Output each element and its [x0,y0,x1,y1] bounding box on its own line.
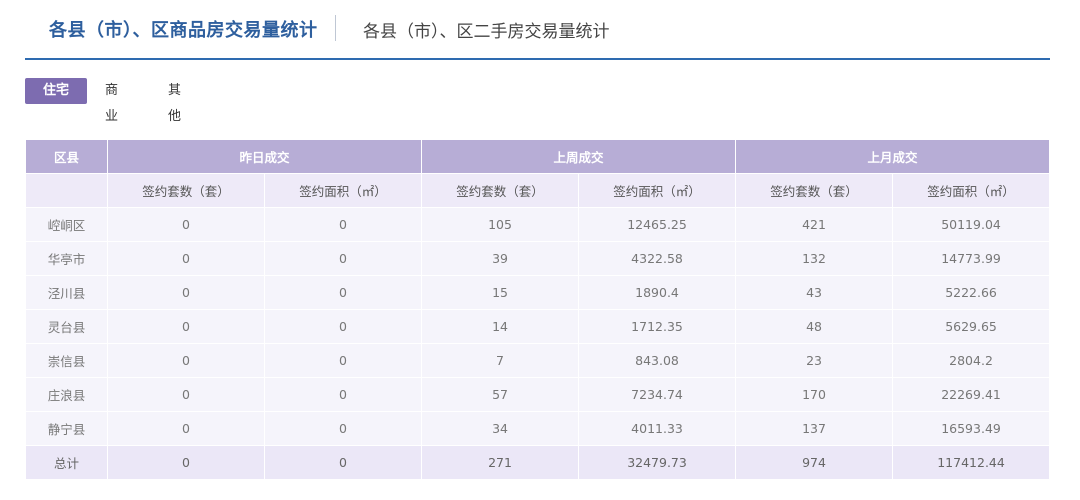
subheader-month-units: 签约套数（套） [735,173,894,208]
cell-district: 泾川县 [25,275,108,310]
cell-district: 灵台县 [25,309,108,344]
subheader-yesterday-units: 签约套数（套） [107,173,265,208]
header-district: 区县 [25,139,108,174]
cell-value: 22269.41 [892,377,1051,412]
cell-value: 14 [421,309,580,344]
header-last-month: 上月成交 [735,139,1051,174]
tab-residential[interactable]: 住宅 [25,78,87,104]
cell-value: 4322.58 [578,241,737,276]
cell-value: 7 [421,343,580,378]
table-row-total: 总计 0 0 271 32479.73 974 117412.44 [25,445,1051,480]
cell-value: 105 [421,207,580,242]
cell-value: 1712.35 [578,309,737,344]
table-row: 华亭市 0 0 39 4322.58 132 14773.99 [25,241,1051,276]
table-row: 灵台县 0 0 14 1712.35 48 5629.65 [25,309,1051,344]
cell-value: 48 [735,309,894,344]
tab-second-hand-housing-stats[interactable]: 各县（市）、区二手房交易量统计 [363,17,610,42]
table-row: 静宁县 0 0 34 4011.33 137 16593.49 [25,411,1051,446]
cell-district: 崇信县 [25,343,108,378]
cell-value: 14773.99 [892,241,1051,276]
cell-value: 0 [263,241,423,276]
header-last-week: 上周成交 [421,139,737,174]
cell-value: 0 [263,207,423,242]
cell-value: 7234.74 [578,377,737,412]
cell-value: 43 [735,275,894,310]
cell-value: 0 [107,275,265,310]
cell-value: 5629.65 [892,309,1051,344]
cell-district: 崆峒区 [25,207,108,242]
cell-value: 117412.44 [892,445,1051,480]
cell-total-label: 总计 [25,445,108,480]
table-row: 崇信县 0 0 7 843.08 23 2804.2 [25,343,1051,378]
subheader-month-area: 签约面积（㎡） [892,173,1051,208]
table-row: 庄浪县 0 0 57 7234.74 170 22269.41 [25,377,1051,412]
cell-value: 843.08 [578,343,737,378]
cell-value: 15 [421,275,580,310]
cell-value: 0 [263,377,423,412]
cell-value: 0 [107,411,265,446]
cell-value: 421 [735,207,894,242]
cell-value: 12465.25 [578,207,737,242]
cell-value: 0 [263,445,423,480]
subheader-empty [25,173,108,208]
cell-value: 170 [735,377,894,412]
cell-value: 4011.33 [578,411,737,446]
cell-value: 5222.66 [892,275,1051,310]
table-row: 崆峒区 0 0 105 12465.25 421 50119.04 [25,207,1051,242]
cell-value: 23 [735,343,894,378]
cell-value: 271 [421,445,580,480]
cell-value: 0 [263,411,423,446]
cell-value: 1890.4 [578,275,737,310]
tab-divider [335,15,336,41]
cell-value: 974 [735,445,894,480]
cell-value: 0 [107,377,265,412]
transaction-table: 区县 昨日成交 上周成交 上月成交 签约套数（套） 签约面积（㎡） 签约套数（套… [25,139,1051,480]
cell-value: 57 [421,377,580,412]
cell-district: 庄浪县 [25,377,108,412]
table-row: 泾川县 0 0 15 1890.4 43 5222.66 [25,275,1051,310]
cell-value: 137 [735,411,894,446]
cell-value: 0 [263,275,423,310]
cell-value: 0 [107,207,265,242]
subheader-week-area: 签约面积（㎡） [578,173,737,208]
header-yesterday: 昨日成交 [106,139,423,174]
tab-commercial[interactable]: 商业 [105,78,118,124]
cell-district: 静宁县 [25,411,108,446]
cell-value: 0 [263,343,423,378]
cell-value: 32479.73 [578,445,737,480]
cell-value: 0 [107,241,265,276]
cell-value: 2804.2 [892,343,1051,378]
cell-value: 34 [421,411,580,446]
cell-value: 50119.04 [892,207,1051,242]
cell-value: 39 [421,241,580,276]
subheader-yesterday-area: 签约面积（㎡） [263,173,423,208]
cell-value: 132 [735,241,894,276]
cell-value: 0 [107,445,265,480]
cell-value: 0 [107,309,265,344]
cell-value: 0 [263,309,423,344]
cell-value: 16593.49 [892,411,1051,446]
header: 各县（市）、区商品房交易量统计 各县（市）、区二手房交易量统计 [25,0,1050,60]
subheader-week-units: 签约套数（套） [421,173,580,208]
cell-district: 华亭市 [25,241,108,276]
tab-other[interactable]: 其他 [168,78,181,124]
cell-value: 0 [107,343,265,378]
tab-new-housing-stats[interactable]: 各县（市）、区商品房交易量统计 [49,16,318,42]
